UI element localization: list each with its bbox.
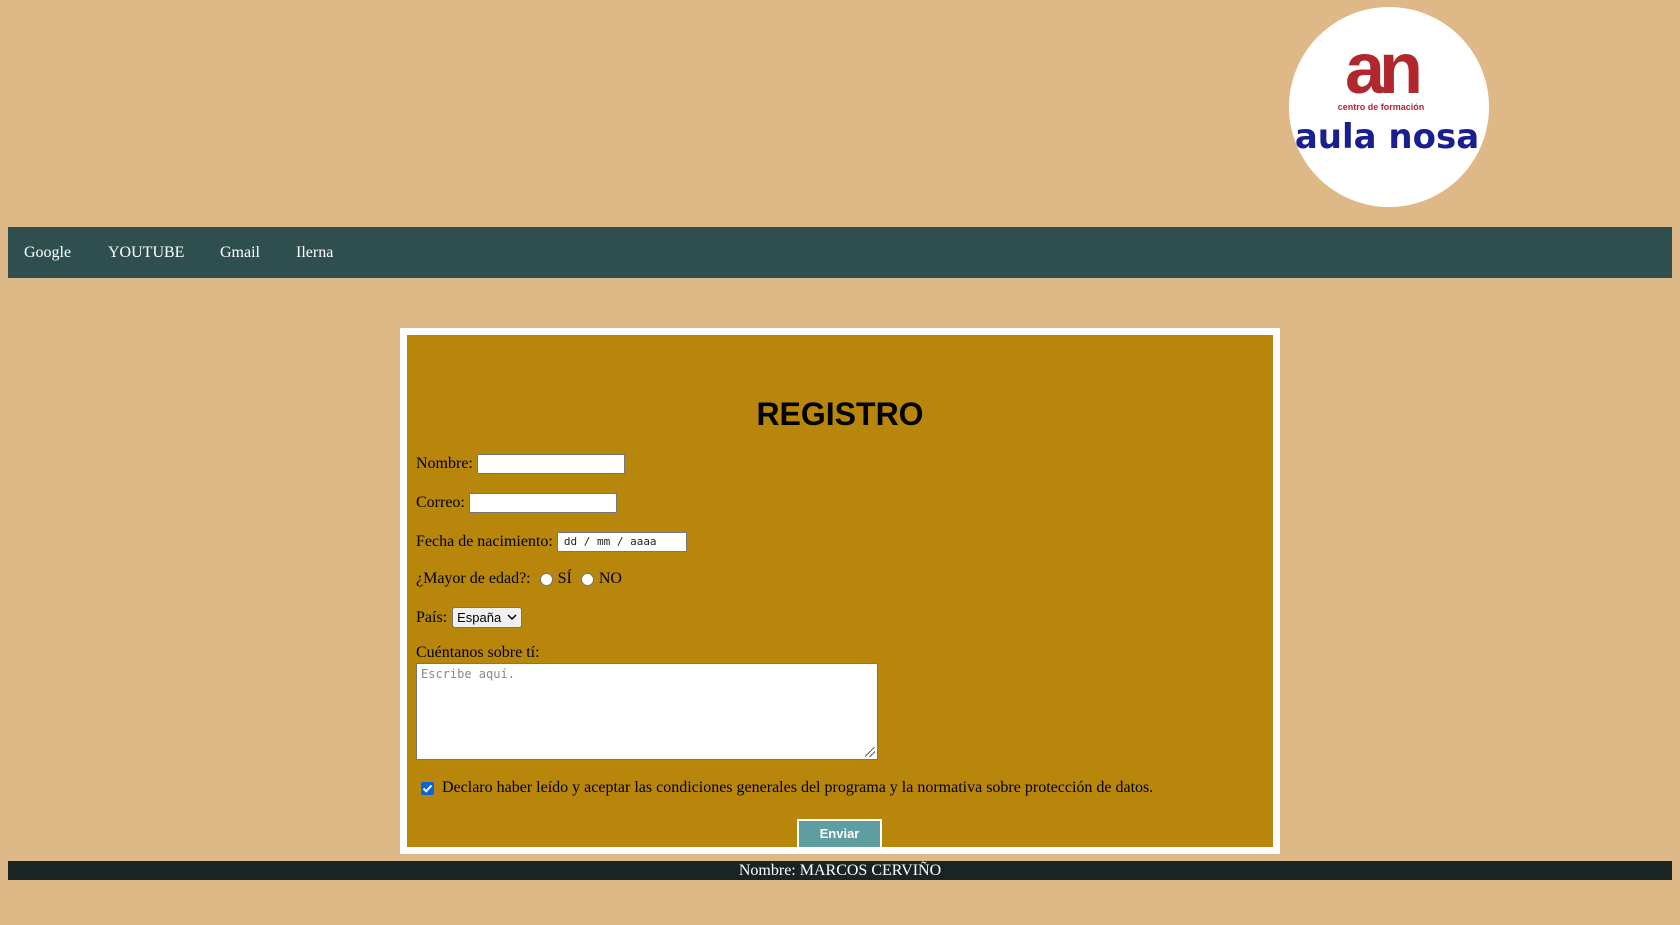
birthdate-input[interactable]: dd / mm / aaaa — [556, 532, 687, 552]
birthdate-row: Fecha de nacimiento: dd / mm / aaaa — [416, 532, 687, 552]
country-selected-value: España — [457, 610, 502, 625]
adult-label: ¿Mayor de edad?: — [416, 570, 531, 587]
adult-yes-label: SÍ — [557, 570, 572, 587]
country-label: País: — [416, 608, 448, 626]
birthdate-label: Fecha de nacimiento: — [416, 533, 553, 550]
consent-checkbox[interactable] — [421, 781, 434, 795]
adult-yes-radio[interactable] — [539, 572, 553, 586]
form-title: REGISTRO — [756, 396, 924, 432]
about-label: Cuéntanos sobre tí: — [416, 644, 540, 661]
name-row: Nombre: — [416, 454, 625, 474]
footer-author: Nombre: MARCOS CERVIÑO — [738, 862, 942, 879]
consent-row: Declaro haber leído y aceptar las condic… — [416, 779, 1153, 797]
logo-tagline: centro de formación — [1338, 102, 1425, 112]
nav-link-google[interactable]: Google — [24, 227, 71, 278]
main-navbar: Google YOUTUBE Gmail Ilerna — [8, 227, 1672, 278]
submit-button[interactable]: Enviar — [797, 819, 882, 847]
name-label: Nombre: — [416, 455, 473, 472]
checkmark-icon — [422, 784, 433, 793]
logo-name: aula nosa — [1295, 117, 1479, 157]
aula-nosa-logo[interactable]: an centro de formación aula nosa — [1289, 7, 1489, 207]
consent-text: Declaro haber leído y aceptar las condic… — [442, 779, 1154, 796]
name-input[interactable] — [476, 454, 625, 474]
adult-no-label: NO — [598, 570, 622, 587]
logo-monogram: an — [1345, 29, 1419, 109]
nav-link-ilerna[interactable]: Ilerna — [296, 227, 333, 278]
nav-link-youtube[interactable]: YOUTUBE — [108, 227, 184, 278]
page-footer: Nombre: MARCOS CERVIÑO — [8, 861, 1672, 880]
page-header: an centro de formación aula nosa — [0, 0, 1680, 226]
about-label-row: Cuéntanos sobre tí: — [416, 644, 540, 662]
email-input[interactable] — [468, 493, 617, 513]
logo-image: an centro de formación aula nosa — [1295, 29, 1479, 157]
country-select[interactable]: España — [452, 607, 523, 628]
about-placeholder: Escribe aquí. — [421, 667, 515, 681]
country-row: País: España — [416, 607, 523, 628]
resize-grip-icon[interactable] — [865, 747, 875, 757]
nav-link-gmail[interactable]: Gmail — [220, 227, 260, 278]
adult-no-radio[interactable] — [580, 572, 594, 586]
adult-row: ¿Mayor de edad?: SÍ NO — [416, 570, 622, 588]
registration-form: REGISTRO Nombre: Correo: Fecha de nacimi… — [407, 335, 1273, 847]
chevron-down-icon — [507, 614, 517, 621]
registration-form-frame: REGISTRO Nombre: Correo: Fecha de nacimi… — [400, 328, 1280, 854]
email-label: Correo: — [416, 494, 465, 511]
email-row: Correo: — [416, 493, 617, 513]
about-textarea[interactable]: Escribe aquí. — [416, 663, 878, 760]
